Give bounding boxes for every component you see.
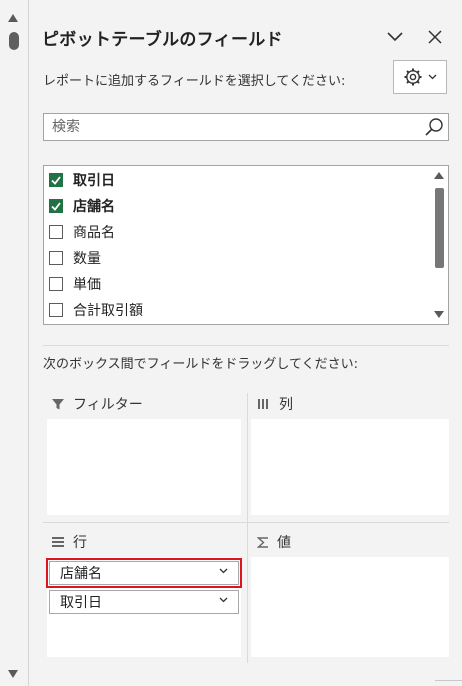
field-label: 単価 bbox=[73, 277, 101, 293]
field-search-input[interactable] bbox=[44, 114, 430, 140]
pane-options-button[interactable] bbox=[384, 26, 406, 48]
section-divider bbox=[43, 345, 449, 346]
rows-field-label: 店舗名 bbox=[60, 566, 102, 582]
field-list: 取引日 店舗名 商品名 数量 単価 合計取引額 bbox=[43, 165, 449, 325]
columns-area-label: 列 bbox=[279, 397, 293, 413]
columns-drop-area[interactable] bbox=[251, 419, 449, 515]
chevron-down-icon[interactable] bbox=[219, 568, 228, 574]
area-divider-horizontal bbox=[43, 522, 449, 523]
field-item-product-name[interactable]: 商品名 bbox=[49, 221, 115, 243]
checkmark-icon bbox=[51, 201, 61, 211]
rows-area-header: 行 bbox=[51, 531, 87, 553]
area-divider-vertical bbox=[247, 393, 248, 663]
drag-instruction: 次のボックス間でフィールドをドラッグしてください: bbox=[43, 357, 358, 372]
rows-drop-area[interactable]: 店舗名 取引日 bbox=[46, 557, 242, 657]
field-label: 店舗名 bbox=[73, 199, 115, 215]
field-label: 取引日 bbox=[73, 173, 115, 189]
field-list-scrollbar[interactable] bbox=[430, 166, 448, 324]
field-label: 数量 bbox=[73, 251, 101, 267]
values-drop-area[interactable] bbox=[251, 557, 449, 657]
field-item-total-amount[interactable]: 合計取引額 bbox=[49, 299, 143, 321]
close-pane-button[interactable] bbox=[424, 26, 446, 48]
field-item-unit-price[interactable]: 単価 bbox=[49, 273, 101, 295]
filter-drop-area[interactable] bbox=[47, 419, 241, 515]
values-area-header: 値 bbox=[257, 531, 291, 553]
checkmark-icon bbox=[51, 175, 61, 185]
rows-icon bbox=[52, 537, 64, 547]
field-search-box[interactable] bbox=[43, 113, 449, 141]
pane-bottom-edge bbox=[435, 680, 462, 681]
scroll-down-arrow-icon[interactable] bbox=[8, 670, 18, 678]
field-item-store-name[interactable]: 店舗名 bbox=[49, 195, 115, 217]
field-checkbox[interactable] bbox=[49, 199, 63, 213]
sigma-icon bbox=[257, 536, 268, 548]
field-checkbox[interactable] bbox=[49, 251, 63, 265]
pane-title: ピボットテーブルのフィールド bbox=[42, 30, 283, 50]
scrollbar-thumb[interactable] bbox=[9, 32, 19, 50]
chevron-down-icon bbox=[387, 32, 403, 42]
close-icon bbox=[428, 30, 442, 44]
chevron-down-icon[interactable] bbox=[219, 597, 228, 603]
chevron-down-icon bbox=[428, 74, 437, 80]
field-checkbox[interactable] bbox=[49, 173, 63, 187]
field-item-quantity[interactable]: 数量 bbox=[49, 247, 101, 269]
filter-area-label: フィルター bbox=[73, 397, 143, 413]
field-label: 商品名 bbox=[73, 225, 115, 241]
scroll-down-arrow-icon[interactable] bbox=[434, 311, 444, 318]
scroll-up-arrow-icon[interactable] bbox=[8, 14, 18, 22]
field-checkbox[interactable] bbox=[49, 225, 63, 239]
values-area-label: 値 bbox=[277, 535, 291, 551]
field-item-trade-date[interactable]: 取引日 bbox=[49, 169, 115, 191]
columns-area-header: 列 bbox=[257, 393, 293, 415]
columns-icon bbox=[258, 399, 268, 409]
rows-field-store-name[interactable]: 店舗名 bbox=[46, 558, 242, 588]
field-list-instruction: レポートに追加するフィールドを選択してください: bbox=[43, 74, 346, 89]
tools-settings-button[interactable] bbox=[393, 60, 447, 94]
rows-field-label: 取引日 bbox=[60, 595, 102, 611]
filter-icon bbox=[52, 399, 64, 410]
sheet-vertical-scrollbar[interactable] bbox=[0, 0, 29, 686]
scrollbar-thumb[interactable] bbox=[435, 188, 444, 268]
rows-area-label: 行 bbox=[73, 535, 87, 551]
field-checkbox[interactable] bbox=[49, 277, 63, 291]
field-label: 合計取引額 bbox=[73, 303, 143, 319]
search-icon[interactable] bbox=[424, 117, 444, 137]
filter-area-header: フィルター bbox=[51, 393, 143, 415]
field-checkbox[interactable] bbox=[49, 303, 63, 317]
pivot-table-fields-pane: ピボットテーブルのフィールド レポートに追加するフィールドを選択してください: bbox=[29, 0, 462, 686]
rows-field-trade-date[interactable]: 取引日 bbox=[49, 590, 239, 614]
gear-icon bbox=[404, 68, 422, 86]
scroll-up-arrow-icon[interactable] bbox=[434, 172, 444, 179]
